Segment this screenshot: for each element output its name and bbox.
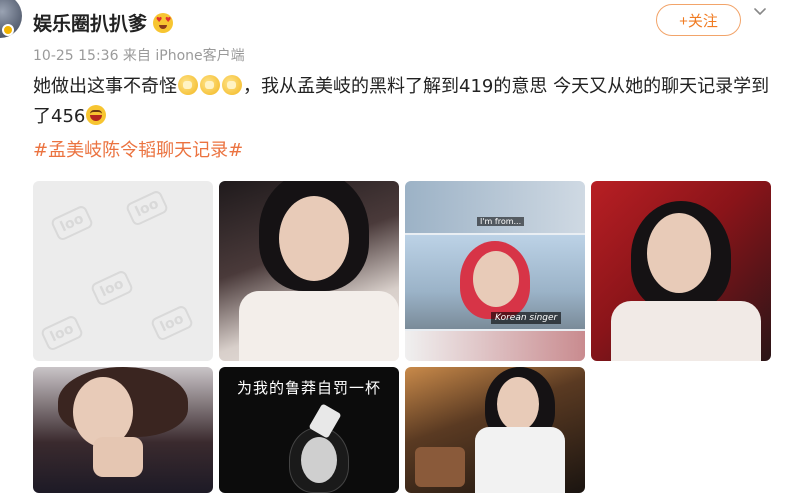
- watermark-icon: loo: [39, 314, 85, 352]
- post-image-6[interactable]: 为我的鲁莽自罚一杯: [219, 367, 399, 493]
- post-image-1[interactable]: loo loo loo loo loo: [33, 181, 213, 361]
- clap-emoji-icon: [178, 75, 198, 95]
- post-image-4[interactable]: [591, 181, 771, 361]
- post-meta: 10-25 15:36 来自 iPhone客户端: [33, 48, 245, 64]
- image-caption: 为我的鲁莽自罚一杯: [236, 379, 381, 397]
- post-text-part1: 她做出这事不奇怪: [33, 76, 177, 97]
- post-image-7[interactable]: [405, 367, 585, 493]
- watermark-icon: loo: [89, 269, 135, 307]
- username[interactable]: 娱乐圈扒扒爹 ♥ ♥: [33, 9, 174, 36]
- heart-eyes-emoji-icon: ♥ ♥: [153, 12, 174, 33]
- post-text: 她做出这事不奇怪 ，我从孟美岐的黑料了解到419的意思 今天又从她的聊天记录学到了…: [33, 72, 773, 132]
- post-image-2[interactable]: [219, 181, 399, 361]
- watermark-icon: loo: [49, 204, 95, 242]
- image-caption: I'm from...: [477, 217, 525, 226]
- post-image-3[interactable]: I'm from... Korean singer: [405, 181, 585, 361]
- hashtag-link[interactable]: #孟美岐陈令韬聊天记录#: [33, 136, 243, 162]
- chevron-down-icon[interactable]: [752, 4, 768, 20]
- follow-button[interactable]: +关注: [656, 4, 741, 36]
- username-text[interactable]: 娱乐圈扒扒爹: [33, 9, 147, 36]
- image-caption: Korean singer: [491, 312, 562, 324]
- watermark-icon: loo: [149, 304, 195, 342]
- post-image-5[interactable]: [33, 367, 213, 493]
- clap-emoji-icon: [200, 75, 220, 95]
- avatar[interactable]: [0, 0, 22, 38]
- watermark-icon: loo: [124, 189, 170, 227]
- clap-emoji-icon: [222, 75, 242, 95]
- verified-badge-icon: [2, 24, 14, 36]
- laugh-emoji-icon: [86, 105, 107, 125]
